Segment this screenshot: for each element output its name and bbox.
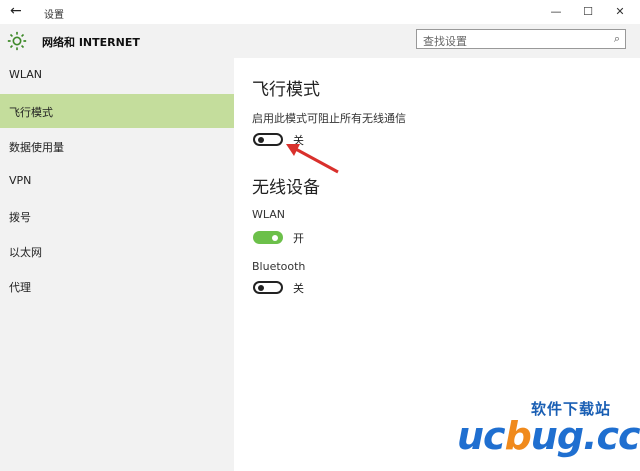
- airplane-heading: 飞行模式: [252, 80, 320, 100]
- close-button[interactable]: ✕: [610, 3, 630, 21]
- minimize-button[interactable]: —: [546, 3, 566, 21]
- wireless-heading: 无线设备: [252, 178, 320, 198]
- watermark-logo: 软件下载站 ucbug.cc: [447, 398, 640, 468]
- watermark-part-o: b: [504, 414, 532, 458]
- watermark-part-a: uc: [457, 414, 506, 458]
- page-title: 网络和 INTERNET: [42, 36, 140, 49]
- sidebar-item-dialup[interactable]: 拨号: [0, 199, 234, 233]
- sidebar-item-label: 飞行模式: [9, 106, 53, 119]
- sidebar-item-wlan[interactable]: WLAN: [0, 58, 234, 92]
- sidebar-item-airplane-mode[interactable]: 飞行模式: [0, 94, 234, 128]
- bluetooth-label: Bluetooth: [252, 260, 306, 273]
- sidebar-item-label: 数据使用量: [9, 141, 64, 154]
- airplane-toggle[interactable]: [253, 133, 283, 146]
- sidebar: WLAN 飞行模式 数据使用量 VPN 拨号 以太网 代理: [0, 58, 234, 471]
- sidebar-item-label: 拨号: [9, 211, 31, 224]
- sidebar-item-label: 以太网: [9, 246, 42, 259]
- sidebar-item-label: 代理: [9, 281, 31, 294]
- search-placeholder: 查找设置: [423, 35, 467, 48]
- sidebar-item-data-usage[interactable]: 数据使用量: [0, 129, 234, 163]
- page-header: 网络和 INTERNET 查找设置 ⌕: [0, 24, 640, 58]
- bluetooth-toggle[interactable]: [253, 281, 283, 294]
- sidebar-item-label: VPN: [9, 174, 32, 187]
- window-title: 设置: [44, 10, 64, 21]
- sidebar-item-vpn[interactable]: VPN: [0, 164, 234, 198]
- maximize-button[interactable]: ☐: [578, 3, 598, 21]
- search-icon[interactable]: ⌕: [614, 32, 620, 46]
- sidebar-item-label: WLAN: [9, 68, 43, 81]
- back-arrow-icon[interactable]: ←: [10, 3, 22, 19]
- sidebar-item-ethernet[interactable]: 以太网: [0, 234, 234, 268]
- sidebar-item-proxy[interactable]: 代理: [0, 269, 234, 303]
- watermark-main-text: ucbug.cc: [457, 414, 640, 458]
- title-bar: ← 设置 — ☐ ✕: [0, 0, 640, 24]
- gear-icon: [7, 31, 27, 51]
- toggle-knob: [272, 235, 278, 241]
- wlan-toggle[interactable]: [253, 231, 283, 244]
- search-input[interactable]: 查找设置 ⌕: [416, 29, 626, 49]
- watermark-part-b: ug.cc: [530, 414, 640, 458]
- airplane-description: 启用此模式可阻止所有无线通信: [252, 112, 406, 125]
- wlan-toggle-label: 开: [293, 232, 304, 245]
- bluetooth-toggle-label: 关: [293, 282, 304, 295]
- toggle-knob: [258, 285, 264, 291]
- toggle-knob: [258, 137, 264, 143]
- wlan-label: WLAN: [252, 208, 286, 221]
